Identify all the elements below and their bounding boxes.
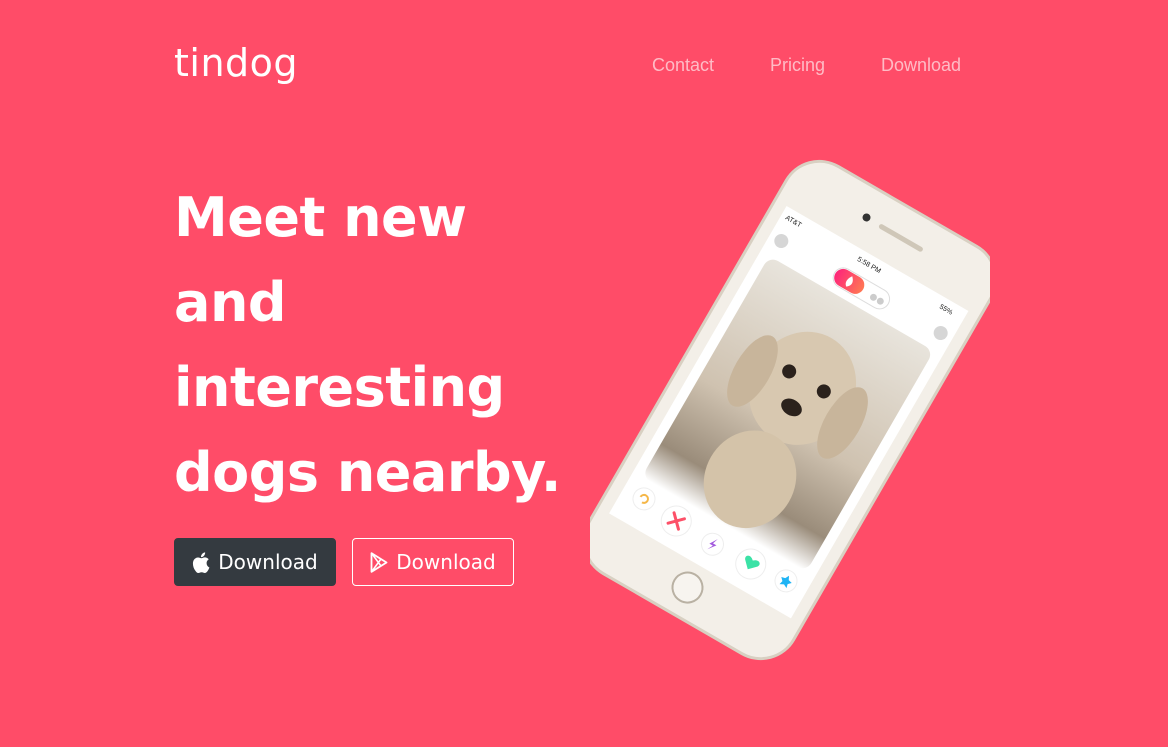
google-play-download-label: Download — [396, 550, 496, 574]
nav-pricing[interactable]: Pricing — [770, 56, 825, 74]
headline-line: and — [174, 271, 287, 334]
hero-headline: Meet new and interesting dogs nearby. — [174, 175, 614, 515]
google-play-download-button[interactable]: Download — [352, 538, 514, 586]
phone-mockup: AT&T 5:58 PM 55% ●● — [582, 155, 998, 665]
nav-download[interactable]: Download — [881, 56, 961, 74]
brand-logo[interactable]: tindog — [174, 44, 298, 82]
google-play-icon — [370, 551, 388, 573]
headline-line: dogs nearby. — [174, 441, 561, 504]
apple-download-label: Download — [218, 550, 318, 574]
nav-contact[interactable]: Contact — [652, 56, 714, 74]
headline-line: interesting — [174, 356, 505, 419]
headline-line: Meet new — [174, 186, 467, 249]
apple-icon — [192, 551, 210, 573]
apple-download-button[interactable]: Download — [174, 538, 336, 586]
